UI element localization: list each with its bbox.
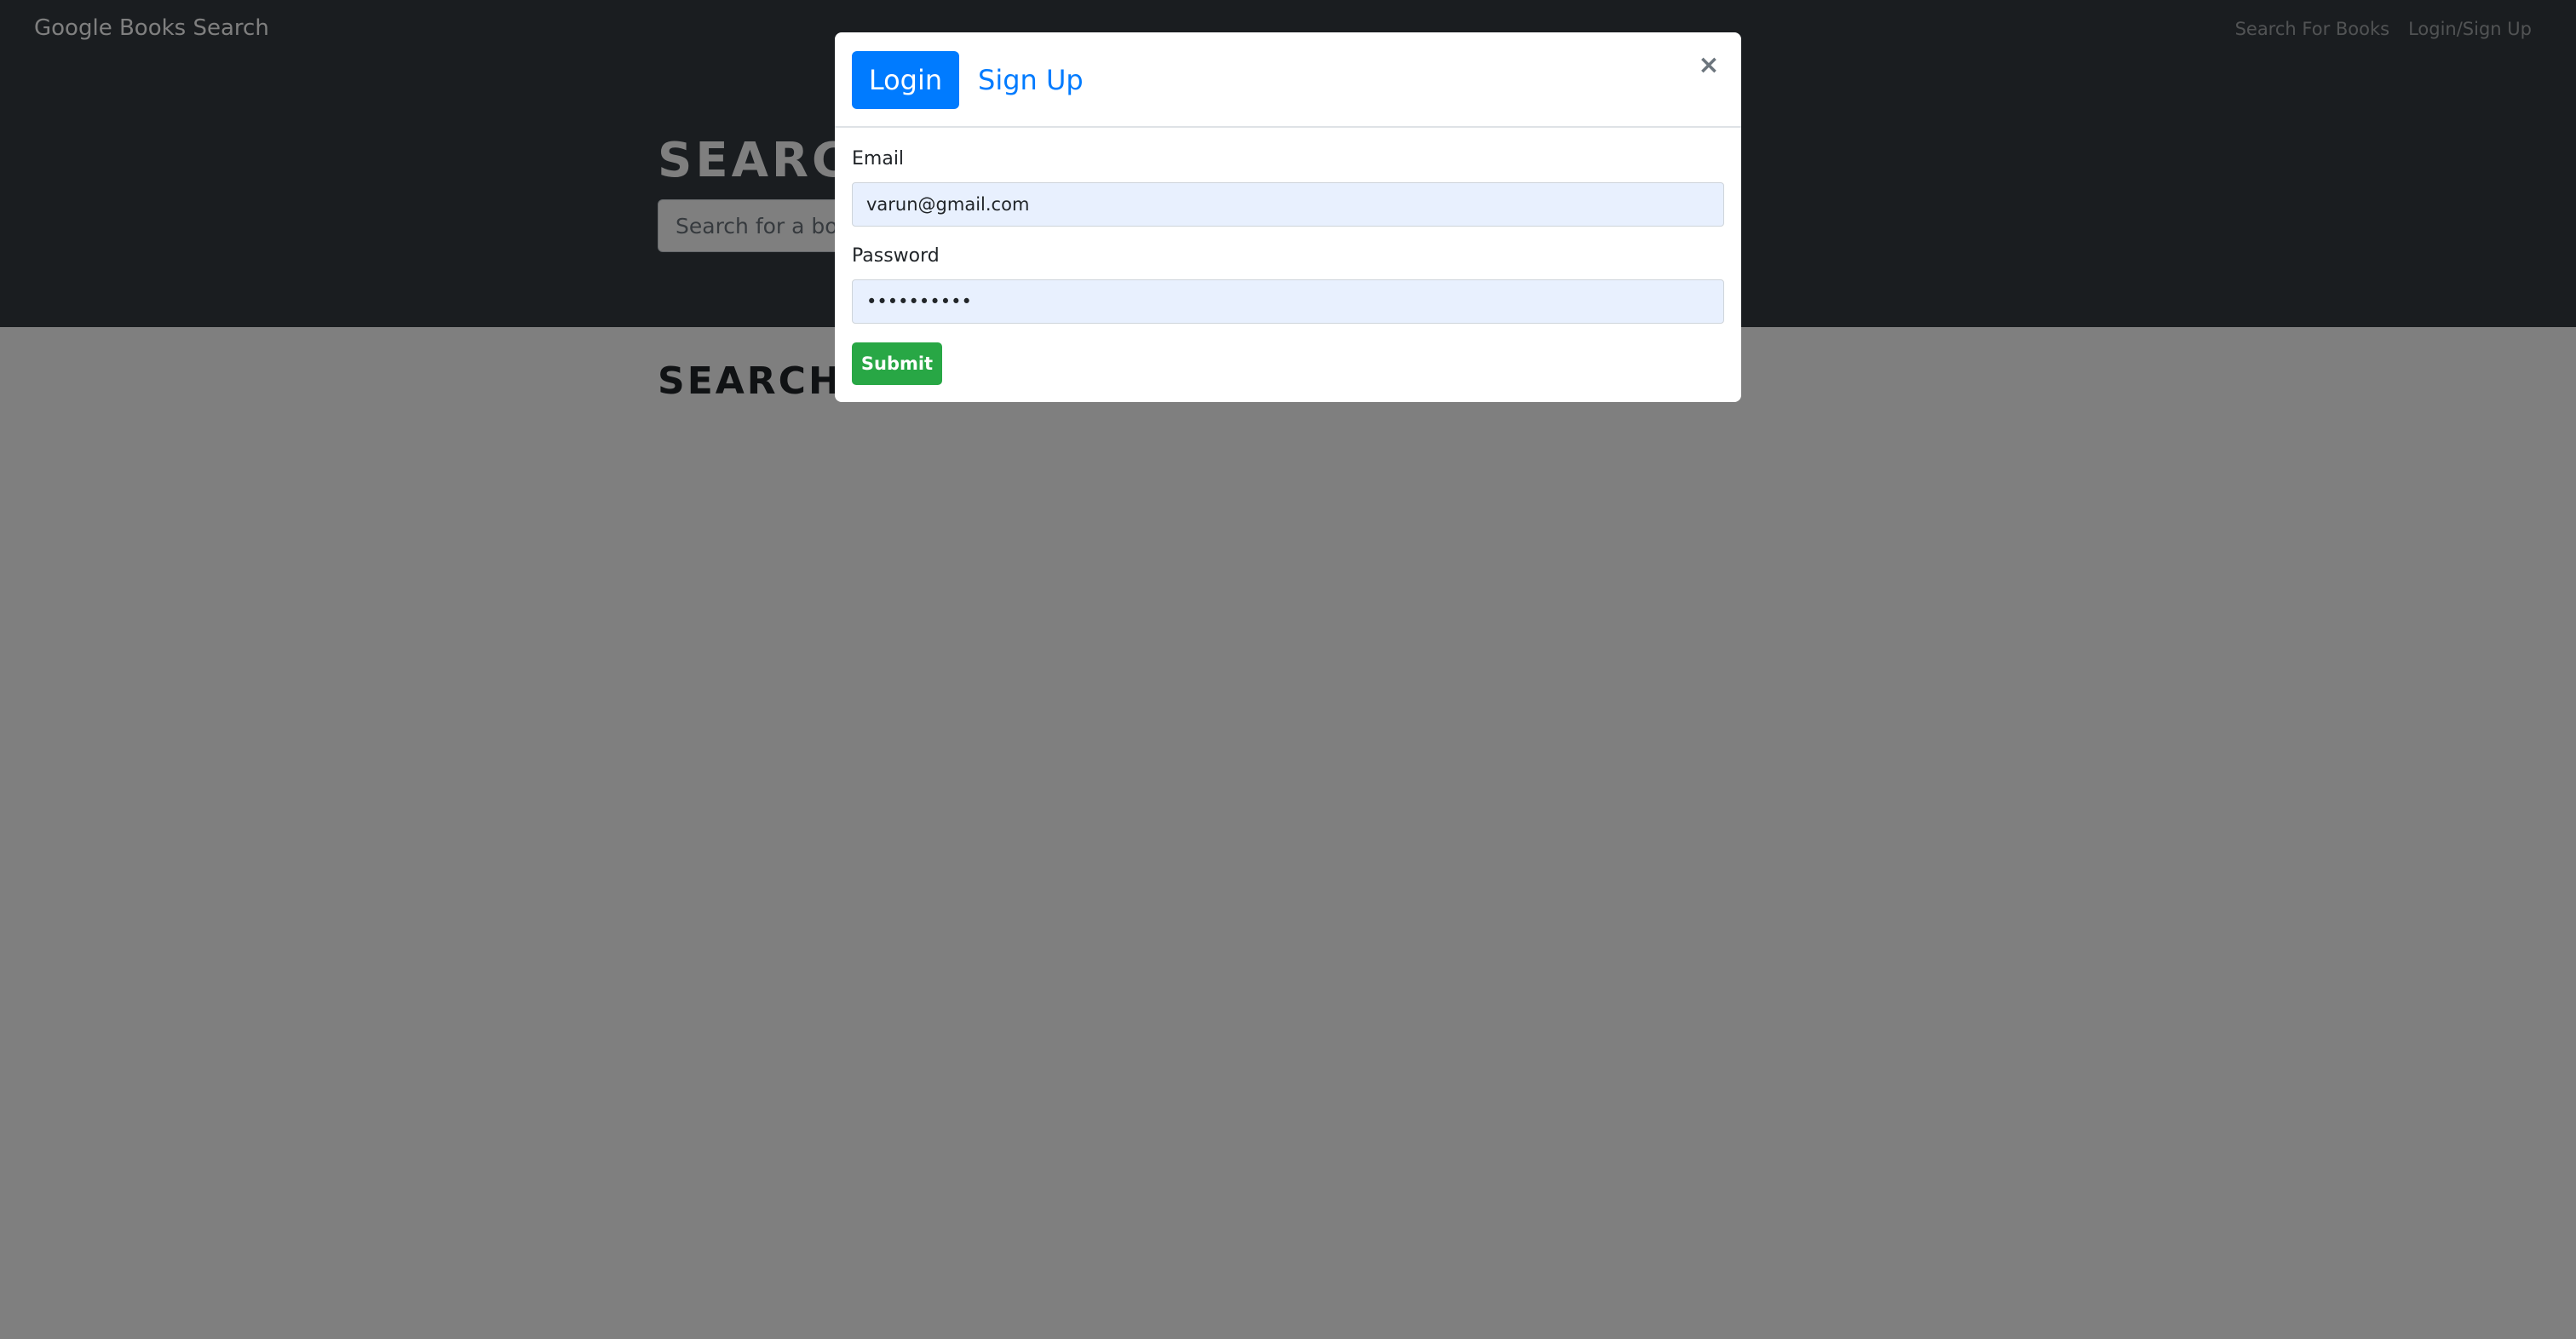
tab-signup[interactable]: Sign Up [978,51,1084,109]
email-field[interactable] [852,182,1724,227]
modal-header: Login Sign Up × [835,32,1741,128]
tab-login[interactable]: Login [852,51,959,109]
password-field[interactable] [852,279,1724,324]
login-modal: Login Sign Up × Email Password Submit [835,32,1741,402]
password-label: Password [852,245,940,267]
page: Google Books Search Search For Books Log… [0,0,2576,1339]
submit-button[interactable]: Submit [852,342,942,385]
email-label: Email [852,148,905,170]
close-icon[interactable]: × [1693,49,1724,80]
